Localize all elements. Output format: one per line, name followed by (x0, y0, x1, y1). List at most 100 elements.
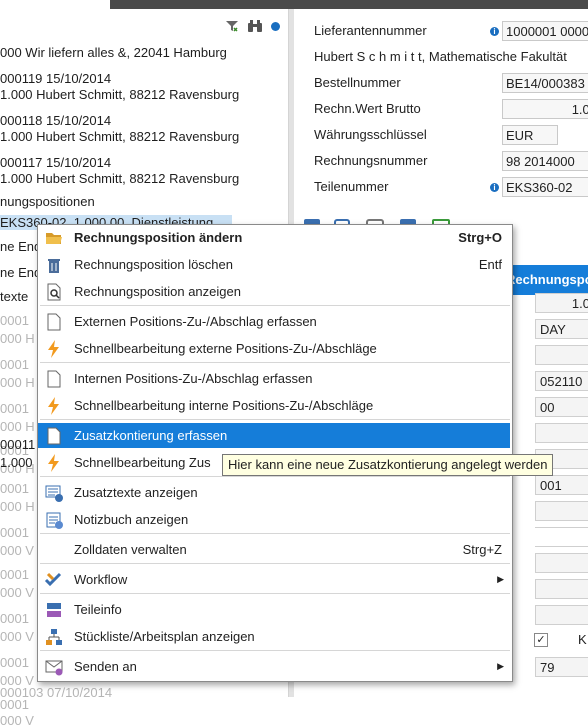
list-toolbar (225, 19, 280, 33)
menu-item-shortcut: Strg+O (458, 230, 502, 245)
position-field[interactable] (535, 345, 588, 365)
list-item[interactable]: 0001 (0, 401, 29, 416)
list-item[interactable]: nungspositionen (0, 194, 95, 209)
menu-item-label: Rechnungsposition anzeigen (74, 284, 241, 299)
menu-item-label: Internen Positions-Zu-/Abschlag erfassen (74, 371, 313, 386)
texts-icon (44, 483, 64, 503)
submenu-arrow-icon: ▶ (497, 661, 504, 671)
list-item[interactable]: ne End (0, 265, 41, 280)
menu-item-rechnungsposition-anzeigen[interactable]: Rechnungsposition anzeigen (38, 279, 510, 304)
menu-item-shortcut: Entf (478, 257, 502, 272)
list-item[interactable]: 1.000 Hubert Schmitt, 88212 Ravensburg (0, 87, 239, 102)
list-item[interactable]: 0001 (0, 313, 29, 328)
list-item[interactable]: 1.000 Hubert Schmitt, 88212 Ravensburg (0, 171, 239, 186)
list-item[interactable]: ne End (0, 239, 41, 254)
menu-separator (40, 362, 510, 363)
position-field[interactable]: DAY (535, 319, 588, 339)
list-item[interactable]: 0001 (0, 481, 29, 496)
list-item[interactable]: 0001 (0, 567, 29, 582)
menu-item-rechnungsposition-ändern[interactable]: Rechnungsposition ändern Strg+O (38, 225, 510, 250)
list-item[interactable]: 000 H (0, 419, 35, 434)
notebook-icon (44, 510, 64, 530)
position-field[interactable]: 052110 (535, 371, 588, 391)
position-field[interactable] (535, 579, 588, 599)
position-field[interactable]: 1.0 (535, 293, 588, 313)
menu-item-label: Stückliste/Arbeitsplan anzeigen (74, 629, 255, 644)
menu-item-zusatztexte-anzeigen[interactable]: Zusatztexte anzeigen (38, 480, 510, 505)
menu-item-label: Rechnungsposition löschen (74, 257, 233, 272)
menu-item-schnellbearbeitung-interne-positions-zu-abschläge[interactable]: Schnellbearbeitung interne Positions-Zu-… (38, 393, 510, 418)
menu-item-notizbuch-anzeigen[interactable]: Notizbuch anzeigen (38, 507, 510, 532)
field-label: Teilenummer (314, 179, 389, 194)
menu-item-zolldaten-verwalten[interactable]: Zolldaten verwalten Strg+Z (38, 537, 510, 562)
info-icon[interactable]: i (490, 27, 499, 36)
position-field[interactable] (535, 423, 588, 443)
list-item[interactable]: 000 V (0, 543, 34, 558)
position-field[interactable]: 001 (535, 475, 588, 495)
list-item[interactable]: 0001 (0, 357, 29, 372)
list-item[interactable]: texte (0, 289, 28, 304)
position-field[interactable] (535, 605, 588, 625)
list-item[interactable]: 1.000 Hubert Schmitt, 88212 Ravensburg (0, 129, 239, 144)
list-item[interactable]: 000 H (0, 331, 35, 346)
menu-separator (40, 563, 510, 564)
menu-item-rechnungsposition-löschen[interactable]: Rechnungsposition löschen Entf (38, 252, 510, 277)
menu-tooltip: Hier kann eine neue Zusatzkontierung ang… (222, 454, 554, 476)
menu-separator (40, 305, 510, 306)
menu-separator (40, 419, 510, 420)
list-item[interactable]: 000 V (0, 585, 34, 600)
filter-icon[interactable] (225, 19, 239, 33)
list-item[interactable]: 0001 (0, 655, 29, 670)
field-value[interactable]: EUR (502, 125, 558, 145)
status-dot-icon (271, 21, 280, 31)
menu-item-label: Notizbuch anzeigen (74, 512, 189, 527)
position-field[interactable]: 79 (535, 657, 588, 677)
workflow-icon (44, 570, 64, 590)
menu-item-schnellbearbeitung-externe-positions-zu-abschläge[interactable]: Schnellbearbeitung externe Positions-Zu-… (38, 336, 510, 361)
menu-item-label: Zolldaten verwalten (74, 542, 187, 557)
menu-item-internen-positions-zu-abschlag-erfassen[interactable]: Internen Positions-Zu-/Abschlag erfassen (38, 366, 510, 391)
position-field[interactable]: 00 (535, 397, 588, 417)
menu-item-label: Workflow (74, 572, 128, 587)
binoculars-icon[interactable] (247, 19, 263, 33)
position-field[interactable] (535, 501, 588, 521)
field-value[interactable]: 98 2014000 (502, 151, 588, 171)
checkbox-icon[interactable]: ✓ (534, 633, 548, 647)
field-value[interactable]: 1.00 (502, 99, 588, 119)
field-value[interactable]: 1000001 000001 (502, 21, 588, 41)
window-top-bar (110, 0, 588, 9)
context-menu: Rechnungsposition ändern Strg+O Rechnungsp… (37, 224, 513, 682)
info-icon[interactable]: i (490, 183, 499, 192)
menu-item-workflow[interactable]: Workflow ▶ (38, 567, 510, 592)
list-item[interactable]: 000 H (0, 499, 35, 514)
menu-item-zusatzkontierung-erfassen[interactable]: Zusatzkontierung erfassen (38, 423, 510, 448)
list-item[interactable]: 000 Wir liefern alles &, 22041 Hamburg (0, 45, 227, 60)
list-item[interactable]: 00011 (0, 437, 35, 452)
position-field[interactable] (535, 553, 588, 573)
list-item[interactable]: 0001 (0, 611, 29, 626)
list-item[interactable]: 000119 15/10/2014 (0, 71, 111, 86)
list-item[interactable]: 000 H (0, 375, 35, 390)
position-field[interactable] (535, 527, 588, 547)
menu-item-externen-positions-zu-abschlag-erfassen[interactable]: Externen Positions-Zu-/Abschlag erfassen (38, 309, 510, 334)
field-label: Währungsschlüssel (314, 127, 427, 142)
positions-header-label: Rechnungspo (506, 272, 588, 287)
menu-separator (40, 650, 510, 651)
menu-item-senden-an[interactable]: Senden an ▶ (38, 654, 510, 679)
lightning-icon (44, 396, 64, 416)
list-item[interactable]: 000117 15/10/2014 (0, 155, 111, 170)
field-value[interactable]: BE14/000383 (502, 73, 588, 93)
document-search-icon (44, 282, 64, 302)
list-item[interactable]: 000118 15/10/2014 (0, 113, 111, 128)
menu-item-teileinfo[interactable]: Teileinfo (38, 597, 510, 622)
list-item[interactable]: 000103 07/10/2014 (0, 685, 112, 700)
checkbox-label: K (578, 632, 587, 647)
menu-item-label: Externen Positions-Zu-/Abschlag erfassen (74, 314, 317, 329)
menu-item-stückliste-arbeitsplan-anzeigen[interactable]: Stückliste/Arbeitsplan anzeigen (38, 624, 510, 649)
hierarchy-icon (44, 627, 64, 647)
list-item[interactable]: 0001 (0, 525, 29, 540)
list-item[interactable]: 000 V (0, 629, 34, 644)
field-value[interactable]: EKS360-02 (502, 177, 588, 197)
document-icon (44, 312, 64, 332)
list-item[interactable]: 000 V (0, 713, 34, 728)
